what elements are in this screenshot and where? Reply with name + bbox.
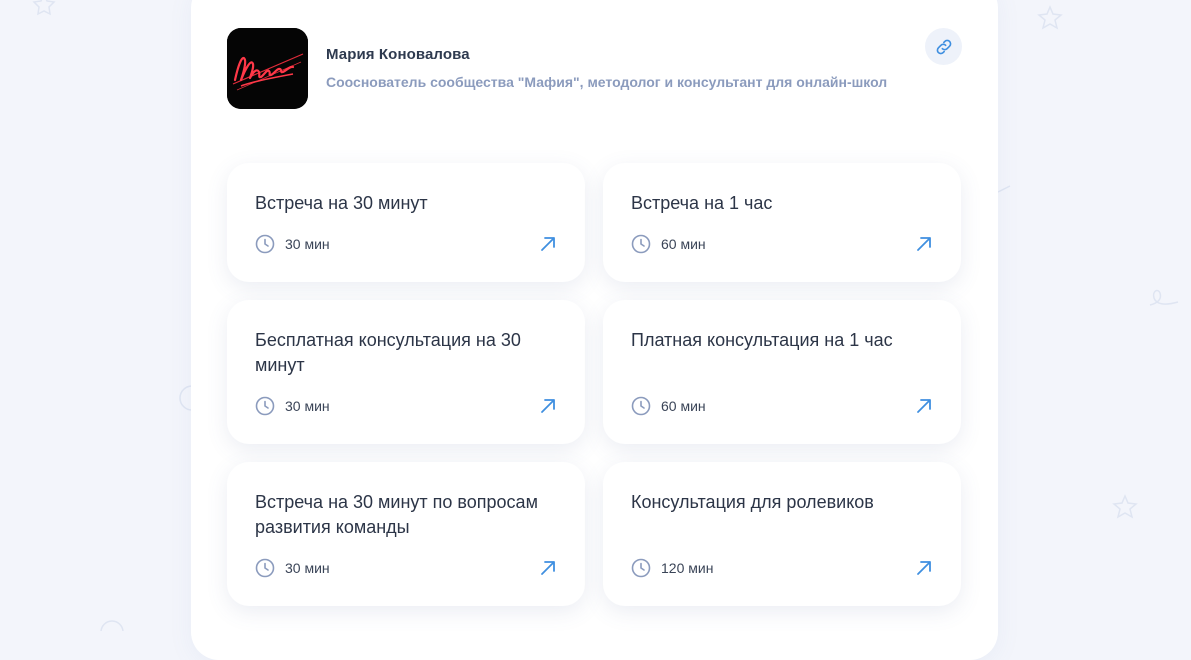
arrow-up-right-icon[interactable] xyxy=(915,397,933,415)
dash-icon xyxy=(997,185,1011,193)
clock-icon xyxy=(255,396,275,416)
event-card[interactable]: Встреча на 1 час 60 мин xyxy=(603,163,961,282)
event-title: Встреча на 30 минут xyxy=(255,193,428,213)
event-duration: 30 мин xyxy=(285,236,330,252)
event-title: Платная консультация на 1 час xyxy=(631,330,893,350)
event-meta: 30 мин xyxy=(255,234,330,254)
event-title: Встреча на 1 час xyxy=(631,193,773,213)
arrow-up-right-icon[interactable] xyxy=(539,559,557,577)
event-meta: 60 мин xyxy=(631,396,706,416)
event-card[interactable]: Бесплатная консультация на 30 минут 30 м… xyxy=(227,300,585,444)
event-title: Консультация для ролевиков xyxy=(631,492,874,512)
profile-name: Мария Коновалова xyxy=(326,46,470,63)
event-card[interactable]: Встреча на 30 минут 30 мин xyxy=(227,163,585,282)
event-duration: 30 мин xyxy=(285,560,330,576)
event-card[interactable]: Платная консультация на 1 час 60 мин xyxy=(603,300,961,444)
star-icon xyxy=(1112,494,1138,519)
arrow-up-right-icon[interactable] xyxy=(539,397,557,415)
star-icon xyxy=(1037,5,1063,30)
arrow-up-right-icon[interactable] xyxy=(915,235,933,253)
clock-icon xyxy=(255,558,275,578)
event-title: Встреча на 30 минут по вопросам развития… xyxy=(255,492,538,537)
event-meta: 30 мин xyxy=(255,558,330,578)
avatar xyxy=(227,28,308,109)
event-card[interactable]: Встреча на 30 минут по вопросам развития… xyxy=(227,462,585,606)
event-duration: 60 мин xyxy=(661,398,706,414)
event-duration: 30 мин xyxy=(285,398,330,414)
event-meta: 60 мин xyxy=(631,234,706,254)
event-duration: 60 мин xyxy=(661,236,706,252)
squiggle-icon xyxy=(1149,289,1179,306)
link-icon xyxy=(936,39,951,54)
circle-icon xyxy=(100,620,124,631)
event-duration: 120 мин xyxy=(661,560,714,576)
profile-description: Сооснователь сообщества "Мафия", методол… xyxy=(326,74,888,90)
event-meta: 120 мин xyxy=(631,558,713,578)
copy-link-button[interactable] xyxy=(925,28,962,65)
clock-icon xyxy=(631,396,651,416)
mafia-logo xyxy=(227,28,308,109)
arrow-up-right-icon[interactable] xyxy=(539,235,557,253)
arrow-up-right-icon[interactable] xyxy=(915,559,933,577)
clock-icon xyxy=(631,558,651,578)
clock-icon xyxy=(255,234,275,254)
event-card[interactable]: Консультация для ролевиков 120 мин xyxy=(603,462,961,606)
star-icon xyxy=(32,0,56,16)
clock-icon xyxy=(631,234,651,254)
event-title: Бесплатная консультация на 30 минут xyxy=(255,330,521,375)
event-meta: 30 мин xyxy=(255,396,330,416)
